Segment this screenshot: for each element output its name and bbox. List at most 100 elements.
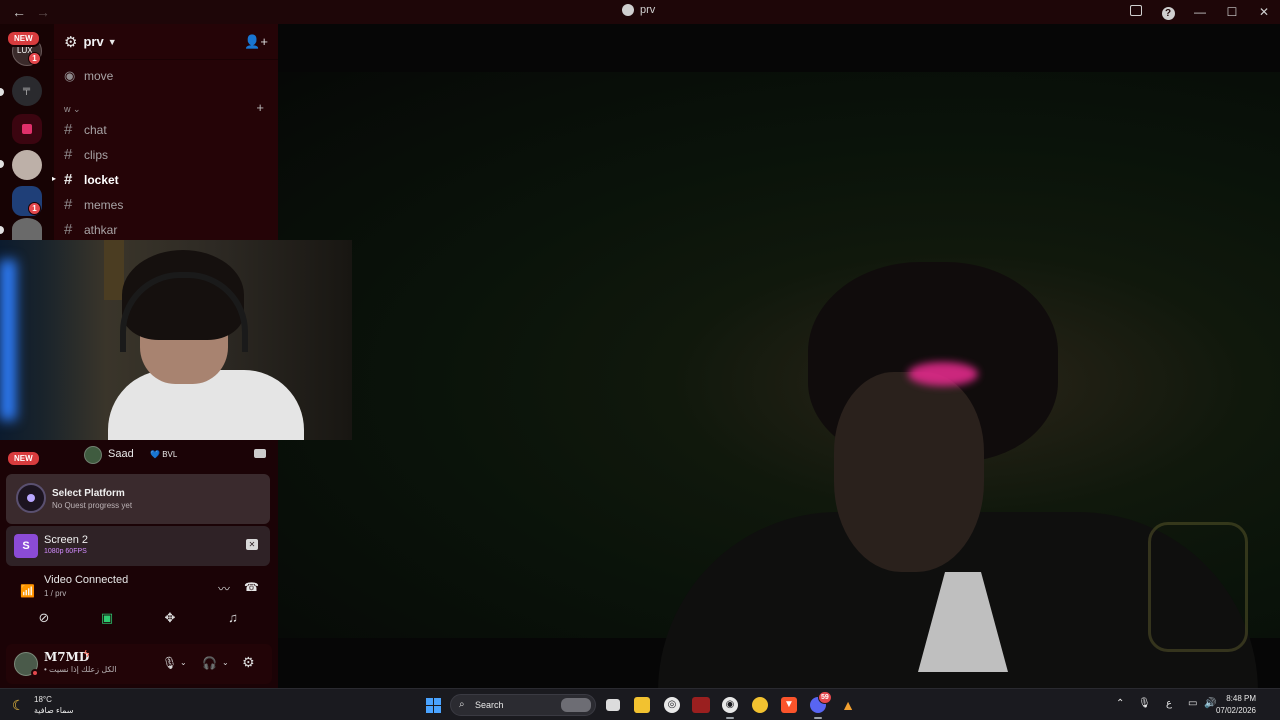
discord-recording-icon[interactable]: ◉ (722, 697, 738, 719)
unread-pill (0, 160, 4, 168)
disconnect-icon[interactable]: ☎ (244, 580, 259, 594)
user-custom-status: • الكل زعلك إذا نسيت (44, 665, 117, 674)
headphones-icon[interactable]: 🎧 (202, 656, 217, 670)
main-video-feed[interactable] (278, 72, 1280, 692)
user-settings-gear-icon[interactable]: ⚙ (242, 654, 255, 671)
brave-browser-icon[interactable]: ▼ (781, 697, 797, 713)
maximize-button[interactable]: ☐ (1216, 5, 1248, 19)
stream-card[interactable]: S Screen 2 1080p 60FPS ✕ (6, 526, 270, 566)
invite-people-icon[interactable]: 👤+ (244, 34, 268, 50)
channel-label: clips (84, 147, 109, 162)
connection-signal-icon[interactable]: 📶 (20, 584, 35, 598)
new-badge-top[interactable]: NEW (6, 30, 41, 47)
back-arrow-icon[interactable]: ← (12, 4, 26, 20)
chevron-down-icon: ▼ (107, 36, 117, 47)
camera-off-icon[interactable]: ⊘ (36, 611, 52, 625)
hash-icon: # (64, 196, 73, 213)
camera-icon (254, 449, 266, 458)
help-button[interactable]: ? (1152, 5, 1184, 20)
noise-suppression-icon[interactable]: 〰 (218, 580, 230, 597)
mic-chevron-icon[interactable]: ⌄ (180, 658, 187, 667)
member-name: Saad (108, 448, 134, 460)
picture-frame (104, 240, 124, 300)
channel-label: memes (84, 197, 124, 212)
server-guide-icon: ⚙ (64, 33, 78, 51)
volume-icon[interactable]: 🔊 (1204, 698, 1216, 709)
quest-card[interactable]: Select Platform No Quest progress yet (6, 474, 270, 524)
user-panel[interactable]: M7MD ϟ • الكل زعلك إذا نسيت 🎙 ⌄ 🎧 ⌄ ⚙ (6, 644, 272, 684)
moon-icon: ☾ (12, 697, 25, 713)
clock-date: 07/02/2026 (1215, 706, 1256, 715)
main-video-person-face (834, 372, 984, 572)
member-tag-label: BVL (162, 450, 178, 459)
voice-status-title: Video Connected (44, 574, 129, 586)
soundboard-icon[interactable]: ♫ (225, 611, 241, 625)
channel-label: chat (84, 122, 107, 137)
steam-icon[interactable]: ◎ (664, 697, 680, 713)
unread-pill (0, 88, 4, 96)
voice-member-row[interactable]: Saad 💙 BVL (0, 440, 278, 470)
network-icon[interactable]: ▭ (1188, 698, 1197, 709)
hash-icon: # (64, 221, 73, 238)
start-button[interactable] (426, 698, 441, 713)
stop-stream-icon[interactable]: ✕ (246, 539, 258, 550)
vlc-icon[interactable]: ▲ (840, 697, 856, 713)
screen-share-icon: S (14, 534, 38, 558)
headphones-chevron-icon[interactable]: ⌄ (222, 658, 229, 667)
quest-title: Select Platform (52, 488, 125, 499)
title-bar: ← → prv ? — ☐ ✕ (0, 0, 1280, 24)
dnd-status-icon (31, 669, 39, 677)
server-avatar-bw[interactable] (12, 218, 42, 240)
channel-memes[interactable]: # memes (64, 196, 123, 213)
server-lux-ping: 1 (28, 52, 41, 65)
server-dark[interactable]: ╤ (12, 76, 42, 106)
task-view-icon[interactable] (606, 699, 620, 711)
forward-arrow-icon[interactable]: → (36, 4, 50, 20)
emoji-app-icon[interactable] (752, 697, 768, 713)
clock[interactable]: 8:48 PM 07/02/2026 (1216, 693, 1256, 717)
inbox-icon (1130, 5, 1142, 16)
server-icon (622, 4, 634, 16)
video-stage[interactable] (278, 24, 1280, 692)
search-icon: ⌕ (459, 699, 465, 710)
unread-marker-icon: ▸ (52, 174, 57, 183)
channel-label: athkar (84, 222, 118, 237)
channel-label: locket (84, 172, 119, 187)
server-avatar-white[interactable] (12, 150, 42, 180)
minimize-button[interactable]: — (1184, 5, 1216, 19)
server-dark-icon: ╤ (23, 84, 31, 95)
quest-subtitle: No Quest progress yet (52, 501, 133, 510)
channel-athkar[interactable]: # athkar (64, 221, 117, 238)
tray-microphone-icon[interactable]: 🎙 (1138, 698, 1151, 709)
server-list: LUX NEW 1 ╤ 1 (0, 24, 54, 240)
stream-quality: 1080p 60FPS (44, 548, 87, 555)
blue-light (0, 260, 16, 420)
channel-locket[interactable]: # locket (64, 171, 119, 188)
taskbar-search[interactable]: ⌕ Search (450, 694, 596, 716)
voice-channel-move[interactable]: ◉ move (64, 68, 113, 84)
category-w[interactable]: w ⌄ (64, 104, 81, 115)
activities-icon[interactable]: ✥ (162, 611, 178, 625)
tray-chevron-up-icon[interactable]: ⌃ (1116, 698, 1124, 709)
microphone-icon[interactable]: 🎙 (162, 656, 177, 670)
voice-status: 📶 Video Connected 1 / prv 〰 ☎ (0, 572, 278, 608)
nitro-bolt-icon: ϟ (84, 649, 90, 660)
category-label: w (64, 104, 71, 114)
language-indicator[interactable]: ع (1166, 698, 1172, 709)
inbox-button[interactable] (1120, 5, 1152, 19)
search-label: Search (475, 700, 504, 710)
file-explorer-icon[interactable] (634, 697, 650, 713)
chevron-down-icon: ⌄ (73, 104, 81, 114)
pip-video-feed[interactable] (0, 240, 352, 440)
weather-condition: سماء صافية (34, 706, 74, 715)
obs-app-icon[interactable] (692, 697, 710, 713)
server-pink[interactable] (12, 114, 42, 144)
channel-chat[interactable]: # chat (64, 121, 107, 138)
channel-clips[interactable]: # clips (64, 146, 108, 163)
add-channel-icon[interactable]: + (256, 100, 264, 115)
share-screen-icon[interactable]: ▣ (99, 611, 115, 625)
server-header[interactable]: ⚙ prv ▼ 👤+ (54, 24, 278, 60)
close-button[interactable]: ✕ (1248, 5, 1280, 19)
pink-light-reflection (908, 362, 978, 386)
voice-status-channel[interactable]: 1 / prv (44, 589, 66, 598)
